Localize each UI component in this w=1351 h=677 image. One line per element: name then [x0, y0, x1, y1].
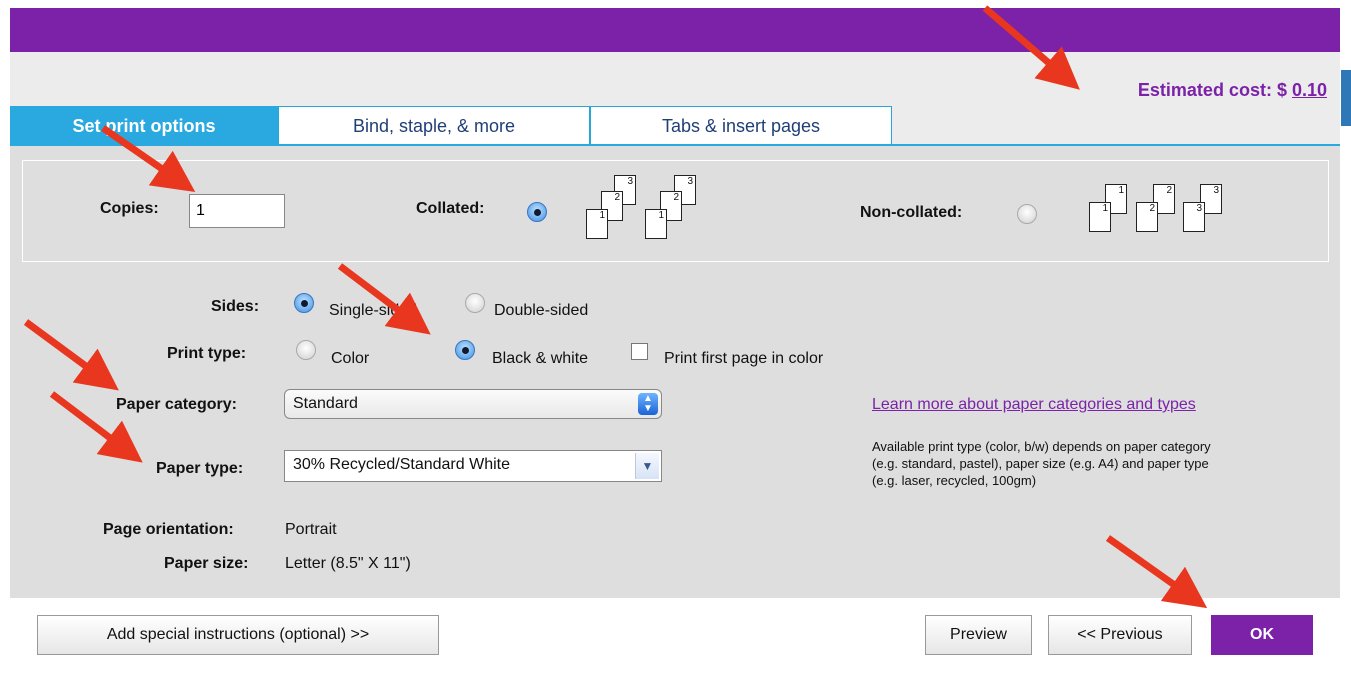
non-collated-label: Non-collated:	[860, 204, 963, 221]
non-collated-radio[interactable]	[1017, 204, 1037, 224]
estimated-cost: Estimated cost: $ 0.10	[1138, 80, 1327, 101]
special-instructions-button[interactable]: Add special instructions (optional) >>	[37, 615, 439, 655]
ok-button[interactable]: OK	[1211, 615, 1313, 655]
page-stack-icon: 1	[645, 209, 667, 239]
color-label: Color	[331, 350, 370, 367]
print-type-label: Print type:	[167, 345, 247, 362]
paper-type-select[interactable]: 30% Recycled/Standard White ▼	[284, 450, 662, 482]
paper-size-label: Paper size:	[164, 555, 249, 572]
paper-category-select[interactable]: Standard ▲ ▼	[284, 389, 662, 419]
paper-category-value: Standard	[293, 395, 358, 412]
copies-input[interactable]	[189, 194, 285, 228]
page-orientation-value: Portrait	[285, 521, 337, 538]
paper-info-line: (e.g. laser, recycled, 100gm)	[872, 473, 1037, 488]
estimated-cost-label: Estimated cost: $	[1137, 80, 1292, 100]
page-stack-icon: 2	[1136, 202, 1158, 232]
paper-category-label: Paper category:	[116, 396, 237, 413]
page-orientation-label: Page orientation:	[103, 521, 234, 538]
paper-info-line: (e.g. standard, pastel), paper size (e.g…	[872, 456, 1209, 471]
first-page-color-label: Print first page in color	[664, 350, 824, 367]
first-page-color-checkbox[interactable]	[631, 343, 648, 360]
estimated-cost-value[interactable]: 0.10	[1292, 80, 1327, 100]
double-sided-label: Double-sided	[494, 302, 589, 319]
tab-bind-staple[interactable]: Bind, staple, & more	[278, 106, 590, 146]
color-radio[interactable]	[296, 340, 316, 360]
tab-set-print-options[interactable]: Set print options	[10, 106, 278, 146]
sides-label: Sides:	[211, 298, 260, 315]
double-sided-radio[interactable]	[465, 293, 485, 313]
paper-type-value: 30% Recycled/Standard White	[293, 456, 510, 473]
paper-info-line: Available print type (color, b/w) depend…	[872, 439, 1211, 454]
preview-button[interactable]: Preview	[925, 615, 1032, 655]
copies-label: Copies:	[100, 200, 159, 217]
paper-info-note: Available print type (color, b/w) depend…	[872, 438, 1211, 489]
black-white-radio[interactable]	[455, 340, 475, 360]
paper-size-value: Letter (8.5" X 11")	[285, 555, 411, 572]
single-sided-radio[interactable]	[294, 293, 314, 313]
learn-more-link[interactable]: Learn more about paper categories and ty…	[872, 396, 1196, 414]
paper-type-label: Paper type:	[156, 460, 244, 477]
top-banner	[10, 8, 1340, 52]
tab-tabs-insert-pages[interactable]: Tabs & insert pages	[590, 106, 892, 146]
black-white-label: Black & white	[492, 350, 589, 367]
page-stack-icon: 1	[1089, 202, 1111, 232]
chevron-down-icon: ▼	[635, 453, 659, 479]
previous-button[interactable]: << Previous	[1048, 615, 1192, 655]
page-stack-icon: 1	[586, 209, 608, 239]
collated-label: Collated:	[416, 200, 485, 217]
page-stack-icon: 3	[1183, 202, 1205, 232]
side-marker	[1341, 70, 1351, 126]
select-updown-icon: ▲ ▼	[638, 393, 658, 415]
single-sided-label: Single-sided	[329, 302, 418, 319]
collated-radio[interactable]	[527, 202, 547, 222]
